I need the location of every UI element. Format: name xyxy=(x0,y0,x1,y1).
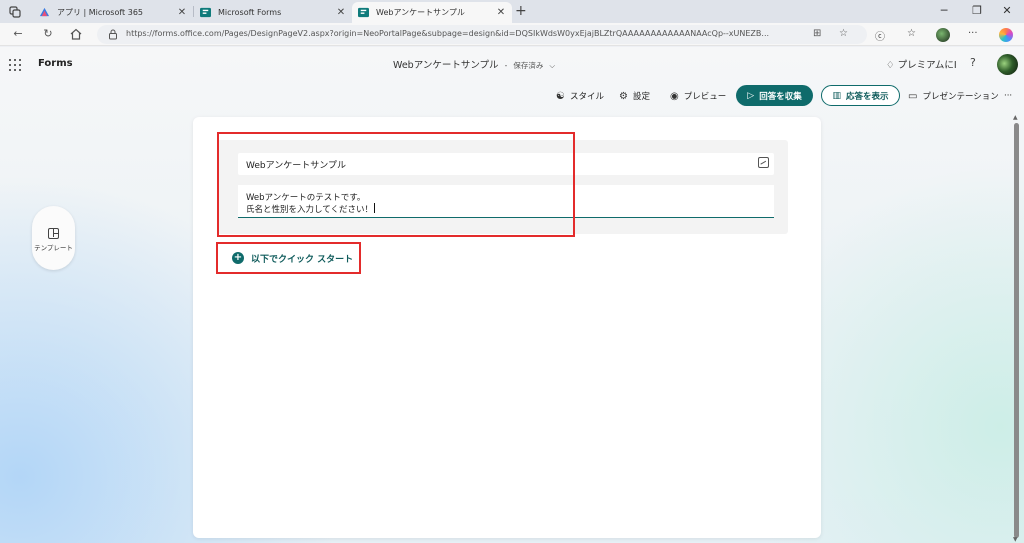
app-header: Forms Webアンケートサンプル - 保存済み ⌵ ♢ プレミアムにI ? xyxy=(0,47,1024,83)
favorite-star-icon[interactable]: ☆ xyxy=(839,28,848,39)
more-options-button[interactable]: ··· xyxy=(1004,87,1012,105)
document-title-text: Webアンケートサンプル xyxy=(393,60,499,71)
maximize-button[interactable]: ❐ xyxy=(962,2,992,20)
chevron-down-icon: ⌵ xyxy=(549,61,556,70)
tab-title: Microsoft Forms xyxy=(218,8,282,17)
copilot-icon[interactable] xyxy=(999,28,1013,42)
document-title[interactable]: Webアンケートサンプル - 保存済み ⌵ xyxy=(393,57,555,71)
insert-image-icon[interactable] xyxy=(758,157,769,168)
forms-icon xyxy=(358,7,369,18)
back-icon[interactable]: ← xyxy=(11,27,25,41)
help-button[interactable]: ? xyxy=(970,56,976,69)
template-icon xyxy=(48,228,59,239)
preview-label: プレビュー xyxy=(683,92,727,102)
tab-web-survey[interactable]: Webアンケートサンプル ✕ xyxy=(352,2,512,23)
more-icon: ··· xyxy=(1004,91,1013,101)
app-brand[interactable]: Forms xyxy=(38,58,73,69)
send-icon: ▷ xyxy=(747,90,755,101)
microsoft-365-icon xyxy=(39,7,50,17)
lock-icon[interactable] xyxy=(108,29,118,40)
scroll-down-arrow[interactable]: ▼ xyxy=(1013,536,1018,543)
close-tab-icon[interactable]: ✕ xyxy=(177,7,187,18)
refresh-icon[interactable]: ↻ xyxy=(41,27,55,41)
tab-title: アプリ | Microsoft 365 xyxy=(57,8,143,17)
extensions-icon[interactable]: ⓒ xyxy=(875,28,885,43)
highlight-box-header xyxy=(217,132,575,237)
url-field[interactable]: https://forms.office.com/Pages/DesignPag… xyxy=(97,25,867,44)
workspaces-icon[interactable] xyxy=(8,5,22,19)
settings-button[interactable]: ⚙ 設定 xyxy=(619,87,650,105)
browser-tab-bar: アプリ | Microsoft 365 ✕ Microsoft Forms ✕ … xyxy=(0,0,1024,23)
present-label: プレゼンテーション xyxy=(922,92,999,102)
new-tab-button[interactable]: + xyxy=(515,3,527,19)
template-label: テンプレート xyxy=(34,244,73,252)
url-text: https://forms.office.com/Pages/DesignPag… xyxy=(126,29,770,38)
premium-button[interactable]: ♢ プレミアムにI xyxy=(886,57,957,71)
tab-title: Webアンケートサンプル xyxy=(376,8,465,17)
home-icon[interactable] xyxy=(69,27,83,41)
scroll-up-arrow[interactable]: ▲ xyxy=(1013,114,1018,121)
preview-button[interactable]: ◉ プレビュー xyxy=(670,87,726,105)
avatar[interactable] xyxy=(997,54,1018,75)
address-bar-row: ← ↻ https://forms.office.com/Pages/Desig… xyxy=(0,23,1024,46)
tab-microsoft-365[interactable]: アプリ | Microsoft 365 ✕ xyxy=(33,2,193,23)
eye-icon: ◉ xyxy=(670,90,679,102)
close-tab-icon[interactable]: ✕ xyxy=(496,7,506,18)
forms-icon xyxy=(200,7,211,18)
diamond-icon: ♢ xyxy=(886,60,895,71)
minimize-button[interactable]: ─ xyxy=(929,2,959,20)
settings-label: 設定 xyxy=(632,92,650,102)
app-launcher-icon[interactable] xyxy=(9,59,21,71)
style-label: スタイル xyxy=(569,92,604,102)
document-separator: - xyxy=(504,61,508,70)
monitor-icon: ▭ xyxy=(908,90,918,102)
palette-icon: ☯ xyxy=(556,90,565,102)
quick-start-label: 以下でクイック スタート xyxy=(251,254,354,265)
gear-icon: ⚙ xyxy=(619,90,628,102)
view-responses-button[interactable]: ▥ 応答を表示 xyxy=(821,85,900,106)
bar-chart-icon: ▥ xyxy=(832,90,841,101)
page-scrollbar[interactable] xyxy=(1014,123,1019,538)
style-button[interactable]: ☯ スタイル xyxy=(556,87,604,105)
plus-icon: + xyxy=(232,252,244,264)
saved-status: 保存済み xyxy=(513,61,544,70)
tab-microsoft-forms[interactable]: Microsoft Forms ✕ xyxy=(194,2,352,23)
close-window-button[interactable]: ✕ xyxy=(992,2,1022,20)
settings-more-icon[interactable]: ··· xyxy=(968,28,978,39)
close-tab-icon[interactable]: ✕ xyxy=(336,7,346,18)
template-panel-button[interactable]: テンプレート xyxy=(32,206,75,270)
browser-profile-icon[interactable] xyxy=(936,28,950,42)
collect-responses-label: 回答を収集 xyxy=(759,91,802,102)
app-available-icon[interactable]: ⊞ xyxy=(813,28,821,39)
premium-label: プレミアムにI xyxy=(897,60,957,71)
favorites-icon[interactable]: ☆ xyxy=(907,28,916,39)
quick-start-button[interactable]: + 以下でクイック スタート xyxy=(232,251,353,265)
present-button[interactable]: ▭ プレゼンテーション xyxy=(908,87,999,105)
collect-responses-button[interactable]: ▷ 回答を収集 xyxy=(736,85,813,106)
view-responses-label: 応答を表示 xyxy=(846,91,889,102)
